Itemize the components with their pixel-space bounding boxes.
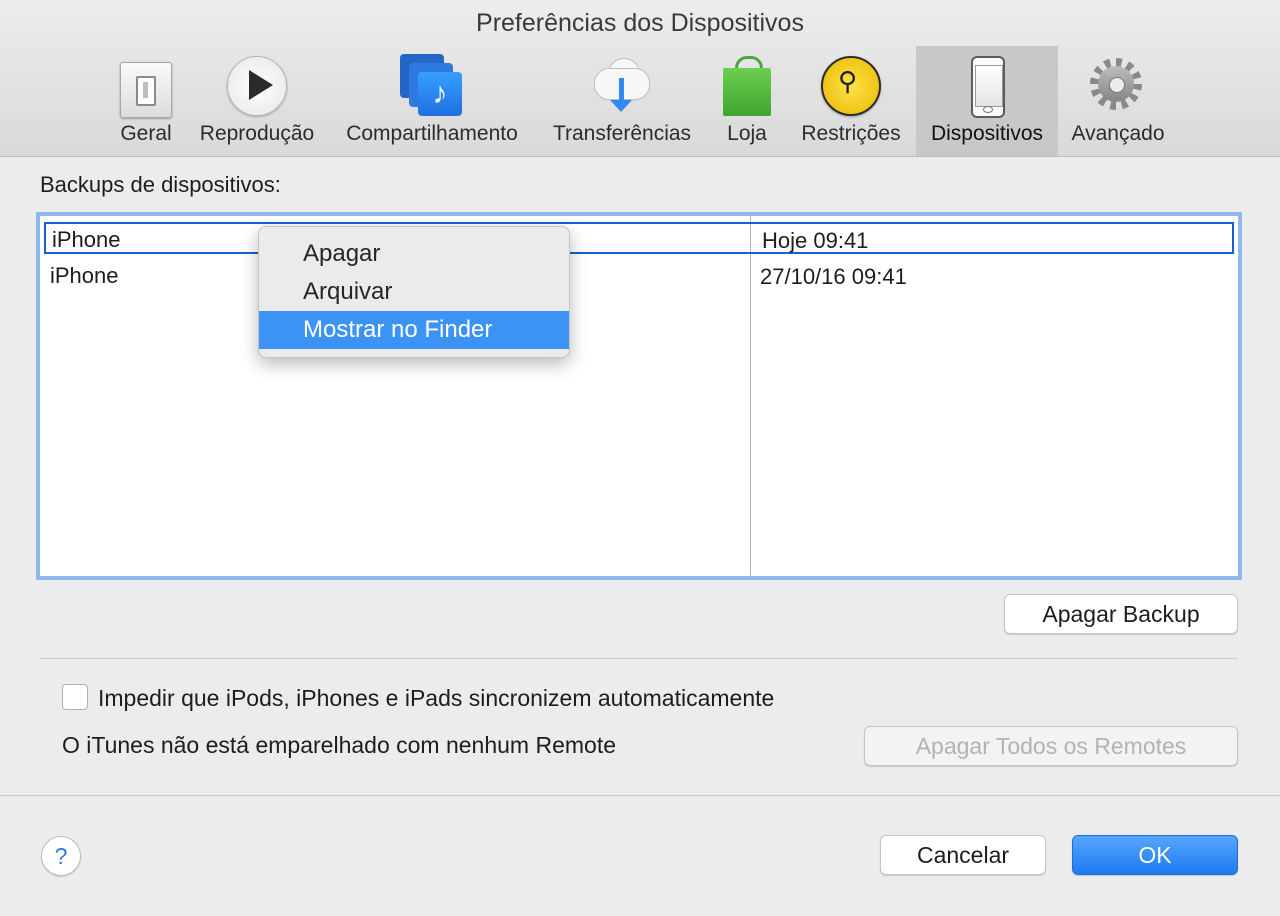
preferences-window: Preferências dos Dispositivos Geral Repr…: [0, 0, 1280, 916]
tab-sharing-label: Compartilhamento: [346, 122, 518, 145]
tab-advanced-label: Avançado: [1071, 122, 1165, 145]
tab-playback[interactable]: Reprodução: [192, 46, 322, 156]
toolbar: Preferências dos Dispositivos Geral Repr…: [0, 0, 1280, 157]
divider: [40, 658, 1238, 659]
tab-advanced[interactable]: Avançado: [1064, 46, 1172, 156]
tab-store[interactable]: Loja: [714, 46, 780, 156]
prevent-sync-label[interactable]: Impedir que iPods, iPhones e iPads sincr…: [98, 685, 774, 712]
parental-restrictions-icon: ⚲: [819, 54, 883, 118]
delete-all-remotes-button[interactable]: Apagar Todos os Remotes: [864, 726, 1238, 766]
footer-divider: [0, 795, 1280, 796]
menu-item-archive[interactable]: Arquivar: [259, 273, 569, 311]
tab-downloads[interactable]: Transferências: [543, 46, 701, 156]
ok-button[interactable]: OK: [1072, 835, 1238, 875]
general-switch-icon: [114, 54, 178, 118]
cloud-download-icon: [590, 54, 654, 118]
help-button[interactable]: ?: [41, 836, 81, 876]
tab-restrictions-label: Restrições: [801, 122, 901, 145]
tab-general-label: Geral: [120, 122, 172, 145]
device-name-cell: iPhone: [52, 227, 121, 252]
table-row[interactable]: iPhone 27/10/16 09:41: [44, 260, 1234, 292]
table-row[interactable]: iPhone Hoje 09:41: [44, 222, 1234, 254]
tab-devices[interactable]: Dispositivos: [916, 46, 1058, 156]
cancel-button[interactable]: Cancelar: [880, 835, 1046, 875]
device-name-cell: iPhone: [50, 263, 119, 288]
tab-restrictions[interactable]: ⚲ Restrições: [792, 46, 910, 156]
backup-date-cell: Hoje 09:41: [762, 228, 869, 253]
tab-sharing[interactable]: ♪ Compartilhamento: [334, 46, 530, 156]
backups-table[interactable]: iPhone Hoje 09:41 iPhone 27/10/16 09:41: [36, 212, 1242, 580]
delete-backup-button[interactable]: Apagar Backup: [1004, 594, 1238, 634]
tab-general[interactable]: Geral: [110, 46, 182, 156]
tab-store-label: Loja: [727, 122, 767, 145]
gear-icon: [1086, 54, 1150, 118]
context-menu: Apagar Arquivar Mostrar no Finder: [258, 226, 570, 358]
music-share-icon: ♪: [400, 54, 464, 118]
iphone-icon: [955, 54, 1019, 118]
prevent-sync-checkbox[interactable]: [62, 684, 88, 710]
menu-item-show-in-finder[interactable]: Mostrar no Finder: [259, 311, 569, 349]
tab-devices-label: Dispositivos: [930, 122, 1044, 145]
tab-downloads-label: Transferências: [552, 122, 692, 145]
window-title: Preferências dos Dispositivos: [476, 9, 804, 37]
menu-item-delete[interactable]: Apagar: [259, 235, 569, 273]
shopping-bag-icon: [715, 54, 779, 118]
backups-section-label: Backups de dispositivos:: [40, 172, 281, 197]
remote-status-text: O iTunes não está emparelhado com nenhum…: [62, 732, 617, 758]
tab-playback-label: Reprodução: [199, 122, 315, 145]
backup-date-cell: 27/10/16 09:41: [760, 264, 907, 289]
play-icon: [225, 54, 289, 118]
